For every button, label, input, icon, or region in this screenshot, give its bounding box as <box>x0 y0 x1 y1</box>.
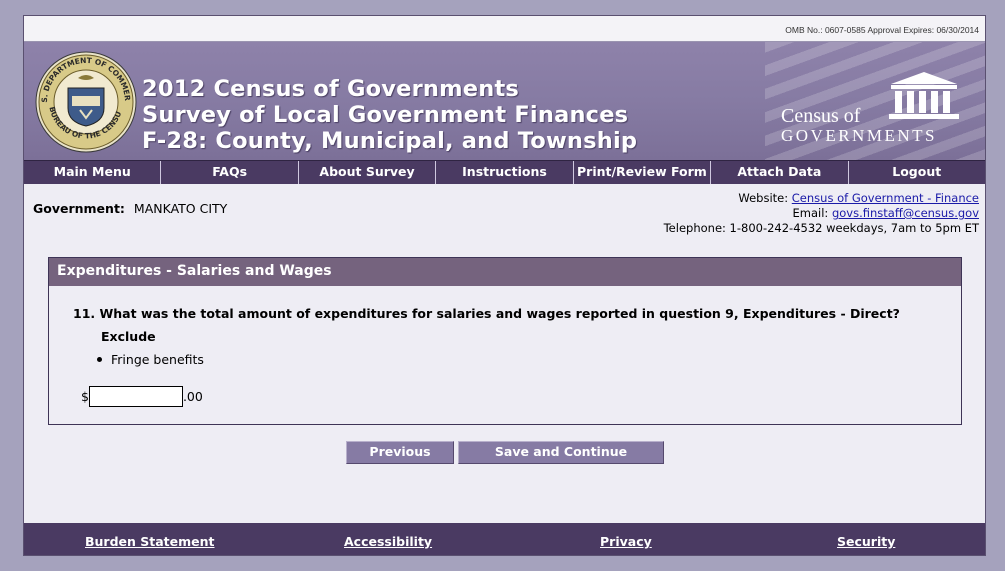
header-banner: U.S. DEPARTMENT OF COMMERCE U.S. DEPARTM… <box>24 42 985 160</box>
exclude-item-text: Fringe benefits <box>111 352 204 367</box>
title-line-1: 2012 Census of Governments <box>142 76 519 102</box>
exclude-label: Exclude <box>101 329 156 344</box>
footer-security[interactable]: Security <box>837 534 895 549</box>
previous-button[interactable]: Previous <box>346 441 454 464</box>
exclude-list-item: Fringe benefits <box>97 352 204 367</box>
footer-accessibility[interactable]: Accessibility <box>344 534 432 549</box>
logo-governments: GOVERNMENTS <box>781 126 937 145</box>
salaries-amount-input[interactable] <box>88 386 183 407</box>
cents-suffix: .00 <box>182 389 203 404</box>
footer-privacy[interactable]: Privacy <box>600 534 652 549</box>
currency-symbol: $ <box>81 389 89 404</box>
logo-census-of: Census of <box>781 105 861 127</box>
website-label: Website: <box>738 191 789 205</box>
amount-field-group: $ .00 <box>81 386 203 407</box>
save-and-continue-button[interactable]: Save and Continue <box>458 441 664 464</box>
telephone-text: Telephone: 1-800-242-4532 weekdays, 7am … <box>663 221 979 235</box>
app-window: OMB No.: 0607-0585 Approval Expires: 06/… <box>23 15 986 556</box>
bullet-icon <box>97 357 102 362</box>
nav-logout[interactable]: Logout <box>849 161 985 184</box>
email-label: Email: <box>792 206 829 220</box>
nav-faqs[interactable]: FAQs <box>161 161 299 184</box>
title-line-2: Survey of Local Government Finances <box>142 102 629 128</box>
email-link[interactable]: govs.finstaff@census.gov <box>832 206 979 220</box>
website-link[interactable]: Census of Government - Finance <box>792 191 979 205</box>
main-nav: Main Menu FAQs About Survey Instructions… <box>24 160 985 184</box>
title-line-3: F-28: County, Municipal, and Township <box>142 128 638 154</box>
question-panel: Expenditures - Salaries and Wages 11. Wh… <box>48 257 962 425</box>
respondent-info: Government: MANKATO CITY Website: Census … <box>24 184 985 244</box>
nav-instructions[interactable]: Instructions <box>436 161 574 184</box>
government-label: Government: <box>33 201 125 216</box>
question-text: 11. What was the total amount of expendi… <box>73 306 900 321</box>
panel-heading: Expenditures - Salaries and Wages <box>49 258 961 286</box>
contact-info: Website: Census of Government - Finance … <box>664 191 979 236</box>
nav-main-menu[interactable]: Main Menu <box>24 161 162 184</box>
census-of-governments-logo: Census of GOVERNMENTS <box>781 70 971 150</box>
nav-print-review-form[interactable]: Print/Review Form <box>574 161 712 184</box>
commerce-seal-icon: U.S. DEPARTMENT OF COMMERCE U.S. DEPARTM… <box>34 50 137 153</box>
government-name: Government: MANKATO CITY <box>33 201 227 216</box>
footer-burden-statement[interactable]: Burden Statement <box>85 534 215 549</box>
nav-attach-data[interactable]: Attach Data <box>711 161 849 184</box>
omb-approval-text: OMB No.: 0607-0585 Approval Expires: 06/… <box>24 16 985 42</box>
footer-links: Burden Statement Accessibility Privacy S… <box>24 523 985 555</box>
government-value: MANKATO CITY <box>133 201 228 216</box>
survey-title: 2012 Census of Governments Survey of Loc… <box>142 76 637 154</box>
nav-about-survey[interactable]: About Survey <box>299 161 437 184</box>
capitol-building-icon <box>889 72 959 119</box>
